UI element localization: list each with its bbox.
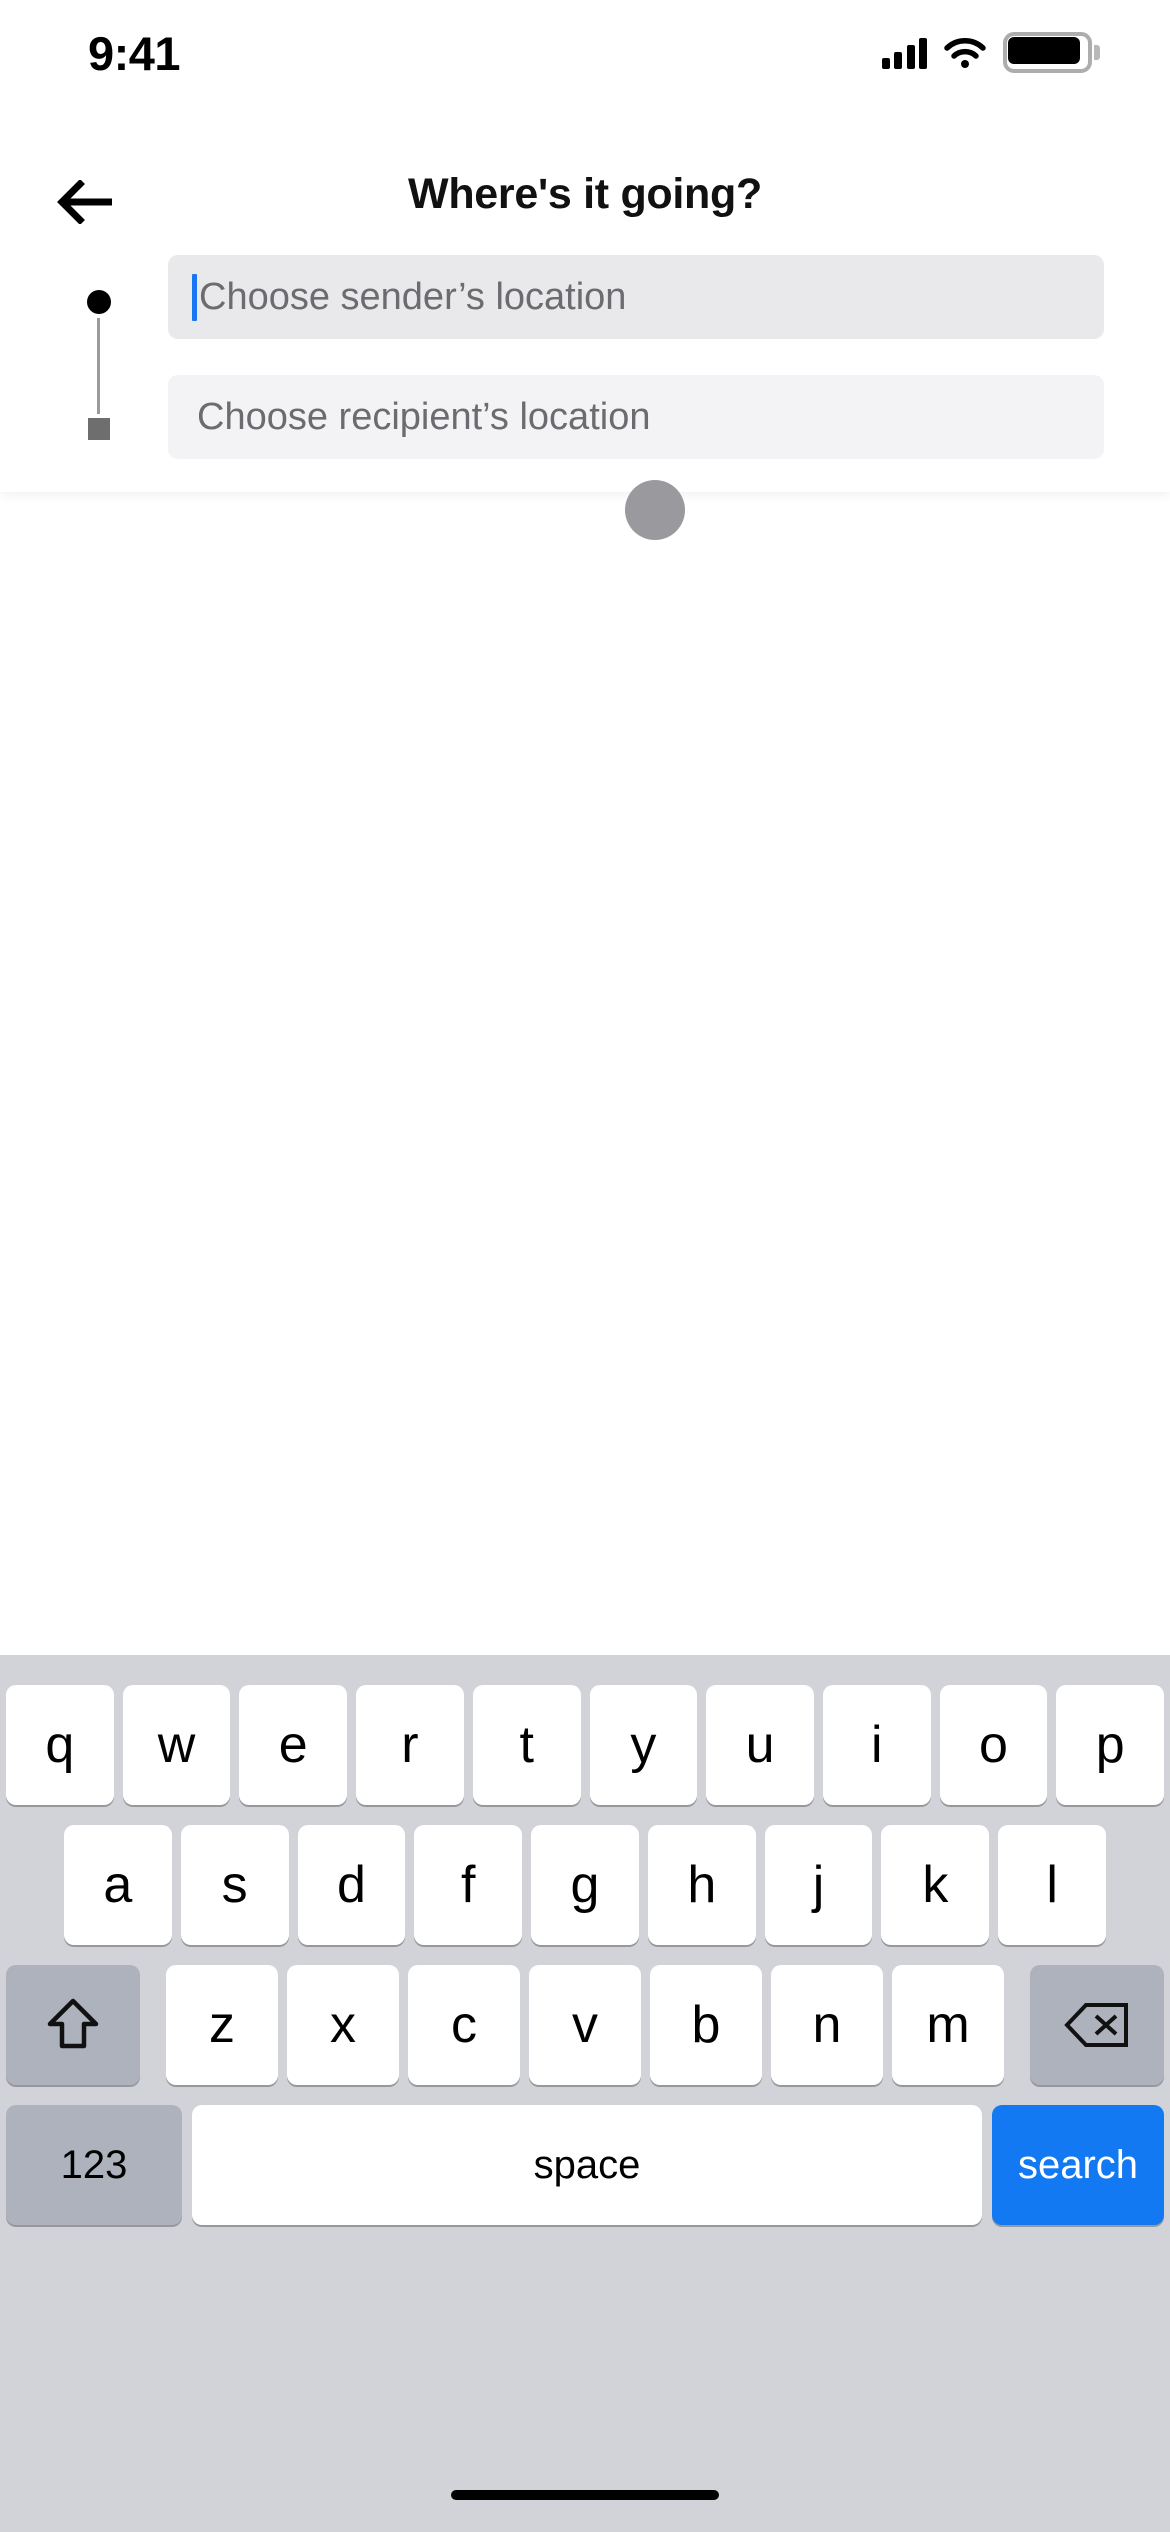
numbers-key[interactable]: 123 bbox=[6, 2105, 182, 2225]
sender-location-input[interactable]: Choose sender’s location bbox=[168, 255, 1104, 339]
backspace-key[interactable] bbox=[1030, 1965, 1164, 2085]
delete-left-icon bbox=[1064, 2003, 1128, 2047]
sheet-grabber-handle[interactable] bbox=[625, 480, 685, 540]
cellular-signal-icon bbox=[881, 37, 927, 69]
battery-icon bbox=[1003, 32, 1100, 73]
page-title: Where's it going? bbox=[408, 170, 762, 218]
key-c[interactable]: c bbox=[408, 1965, 520, 2085]
key-a[interactable]: a bbox=[64, 1825, 172, 1945]
key-t[interactable]: t bbox=[472, 1685, 581, 1805]
key-e[interactable]: e bbox=[239, 1685, 348, 1805]
phone-screen: Where's it going? Choose sender’s locati… bbox=[0, 0, 1170, 2532]
status-time: 9:41 bbox=[88, 27, 181, 80]
key-i[interactable]: i bbox=[822, 1685, 931, 1805]
recipient-location-input[interactable]: Choose recipient’s location bbox=[168, 375, 1104, 459]
status-bar: 9:41 bbox=[0, 0, 1170, 100]
keyboard-row-2: a s d f g h j k l bbox=[0, 1825, 1170, 1945]
key-f[interactable]: f bbox=[414, 1825, 523, 1945]
home-indicator bbox=[451, 2490, 719, 2500]
route-indicator bbox=[82, 290, 116, 440]
content-area bbox=[0, 492, 1170, 1655]
key-y[interactable]: y bbox=[589, 1685, 698, 1805]
key-u[interactable]: u bbox=[706, 1685, 814, 1805]
search-key[interactable]: search bbox=[992, 2105, 1164, 2225]
key-n[interactable]: n bbox=[771, 1965, 883, 2085]
key-h[interactable]: h bbox=[647, 1825, 756, 1945]
status-icons bbox=[881, 32, 1100, 73]
keyboard-row-1: q w e r t y u i o p bbox=[0, 1685, 1170, 1805]
key-q[interactable]: q bbox=[6, 1685, 114, 1805]
space-key[interactable]: space bbox=[192, 2105, 982, 2225]
text-cursor bbox=[192, 273, 197, 321]
destination-square-icon bbox=[88, 418, 110, 440]
key-j[interactable]: j bbox=[764, 1825, 873, 1945]
key-r[interactable]: r bbox=[356, 1685, 464, 1805]
key-b[interactable]: b bbox=[650, 1965, 762, 2085]
keyboard-row-4: 123 space search bbox=[0, 2105, 1170, 2225]
origin-dot-icon bbox=[87, 290, 111, 314]
shift-key[interactable] bbox=[6, 1965, 140, 2085]
recipient-location-placeholder: Choose recipient’s location bbox=[197, 395, 651, 438]
wifi-icon bbox=[944, 37, 986, 69]
shift-arrow-up-icon bbox=[47, 1998, 99, 2049]
key-k[interactable]: k bbox=[881, 1825, 990, 1945]
key-g[interactable]: g bbox=[531, 1825, 639, 1945]
key-d[interactable]: d bbox=[297, 1825, 406, 1945]
key-v[interactable]: v bbox=[529, 1965, 641, 2085]
key-o[interactable]: o bbox=[939, 1685, 1048, 1805]
key-s[interactable]: s bbox=[180, 1825, 289, 1945]
key-w[interactable]: w bbox=[122, 1685, 231, 1805]
key-l[interactable]: l bbox=[998, 1825, 1107, 1945]
on-screen-keyboard: q w e r t y u i o p a s d f g h j k l z … bbox=[0, 1655, 1170, 2532]
key-x[interactable]: x bbox=[287, 1965, 399, 2085]
route-connector-line bbox=[97, 318, 100, 414]
key-p[interactable]: p bbox=[1056, 1685, 1165, 1805]
key-m[interactable]: m bbox=[892, 1965, 1004, 2085]
sender-location-placeholder: Choose sender’s location bbox=[199, 275, 627, 318]
keyboard-row-3: z x c v b n m bbox=[0, 1965, 1170, 2085]
key-z[interactable]: z bbox=[166, 1965, 278, 2085]
